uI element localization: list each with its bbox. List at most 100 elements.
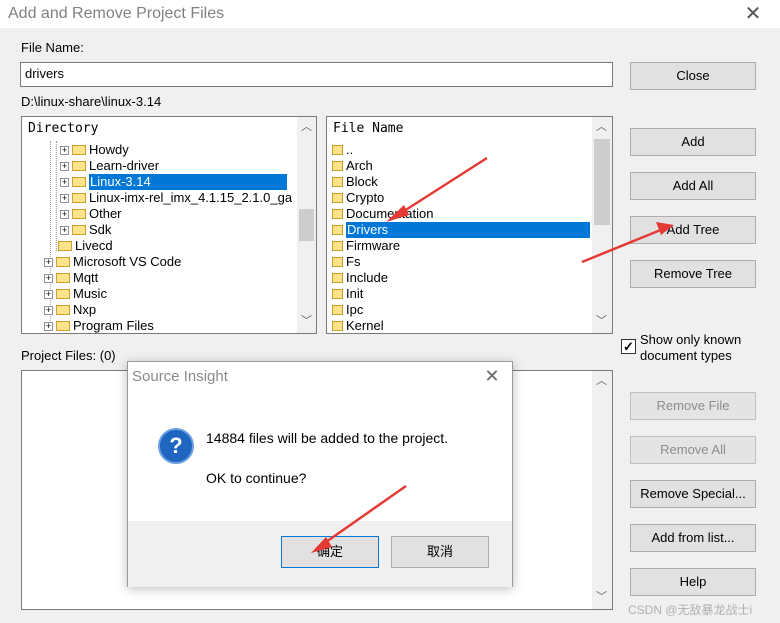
scroll-up-icon[interactable]: ︿ — [298, 119, 315, 136]
project-files-label: Project Files: (0) — [21, 348, 116, 363]
file-item[interactable]: Firmware — [332, 238, 400, 254]
file-item-label: .. — [346, 142, 354, 157]
expand-icon[interactable]: + — [44, 258, 53, 268]
directory-item-label: Program Files — [73, 318, 154, 333]
folder-icon — [332, 320, 343, 331]
ok-button[interactable]: 确定 — [281, 536, 379, 568]
directory-item[interactable]: + Microsoft VS Code — [44, 254, 181, 270]
directory-item[interactable]: + Program Files — [44, 318, 154, 333]
file-listbox[interactable]: File Name .. Arch Block Crypto Documentation… — [326, 116, 613, 334]
expand-icon[interactable]: + — [60, 210, 69, 220]
window-close-icon[interactable]: ✕ — [742, 3, 764, 25]
directory-item[interactable]: + Learn-driver — [60, 158, 159, 174]
confirm-dialog: Source Insight ✕ ? 14884 files will be a… — [127, 361, 513, 587]
file-item[interactable]: Ipc — [332, 302, 363, 318]
directory-item[interactable]: + Linux-3.14 — [60, 174, 287, 190]
directory-item-label: Sdk — [89, 222, 112, 237]
folder-icon — [72, 176, 86, 187]
scroll-thumb[interactable] — [299, 209, 314, 241]
remove-tree-button[interactable]: Remove Tree — [630, 260, 756, 288]
directory-listbox[interactable]: Directory + Howdy + Learn-driver + Linux-3.14… — [21, 116, 317, 334]
dialog-question: OK to continue? — [206, 470, 307, 486]
directory-item[interactable]: + Linux-imx-rel_imx_4.1.15_2.1.0_ga — [60, 190, 292, 206]
file-scrollbar[interactable]: ︿ ﹀ — [592, 117, 612, 333]
folder-icon — [72, 208, 86, 219]
folder-icon — [72, 224, 86, 235]
file-item[interactable]: Documentation — [332, 206, 433, 222]
file-item[interactable]: Init — [332, 286, 363, 302]
directory-scrollbar[interactable]: ︿ ﹀ — [297, 117, 316, 333]
scroll-thumb[interactable] — [594, 139, 610, 225]
directory-item-label: Nxp — [73, 302, 97, 317]
show-known-types-label-line1: Show only known — [640, 332, 742, 347]
directory-item[interactable]: + Sdk — [60, 222, 111, 238]
expand-icon[interactable]: + — [60, 194, 69, 204]
expand-icon[interactable]: + — [44, 290, 53, 300]
directory-item-label: Linux-3.14 — [89, 174, 287, 190]
expand-icon[interactable]: + — [44, 322, 53, 332]
folder-icon — [332, 208, 343, 219]
add-all-button[interactable]: Add All — [630, 172, 756, 200]
scroll-up-icon[interactable]: ︿ — [593, 119, 610, 136]
folder-icon — [72, 144, 86, 155]
show-known-types-label-line2: document types — [640, 348, 732, 363]
add-tree-button[interactable]: Add Tree — [630, 216, 756, 244]
show-known-types-checkbox[interactable]: ✓ — [621, 339, 636, 354]
folder-icon — [72, 160, 86, 171]
expand-icon[interactable]: + — [44, 274, 53, 284]
file-item-label: Ipc — [346, 302, 364, 317]
dialog-close-icon[interactable]: ✕ — [480, 364, 504, 388]
file-item[interactable]: Include — [332, 270, 388, 286]
directory-item[interactable]: + Other — [60, 206, 122, 222]
help-button[interactable]: Help — [630, 568, 756, 596]
directory-item[interactable]: + Howdy — [60, 142, 129, 158]
current-path: D:\linux-share\linux-3.14 — [21, 94, 162, 109]
scroll-down-icon[interactable]: ﹀ — [593, 313, 610, 330]
scroll-down-icon[interactable]: ﹀ — [593, 589, 610, 606]
file-item-label: Fs — [346, 254, 361, 269]
file-item[interactable]: Crypto — [332, 190, 384, 206]
file-item-label: Include — [346, 270, 388, 285]
directory-item[interactable]: + Nxp — [44, 302, 96, 318]
folder-icon — [332, 160, 343, 171]
file-item-label: Drivers — [346, 222, 590, 238]
directory-item-label: Livecd — [75, 238, 113, 253]
project-files-scrollbar[interactable]: ︿ ﹀ — [592, 371, 612, 609]
scroll-down-icon[interactable]: ﹀ — [298, 313, 315, 330]
close-button[interactable]: Close — [630, 62, 756, 90]
directory-item[interactable]: + Music — [44, 286, 107, 302]
question-icon: ? — [158, 428, 194, 464]
add-button[interactable]: Add — [630, 128, 756, 156]
remove-special-button[interactable]: Remove Special... — [630, 480, 756, 508]
expand-icon[interactable]: + — [44, 306, 53, 316]
cancel-button[interactable]: 取消 — [391, 536, 489, 568]
expand-icon[interactable]: + — [60, 146, 69, 156]
directory-item-label: Microsoft VS Code — [73, 254, 182, 269]
expand-icon[interactable]: + — [60, 226, 69, 236]
file-item[interactable]: Block — [332, 174, 378, 190]
file-item[interactable]: .. — [332, 142, 353, 158]
remove-file-button[interactable]: Remove File — [630, 392, 756, 420]
scroll-up-icon[interactable]: ︿ — [593, 373, 610, 390]
dialog-title: Source Insight — [132, 368, 228, 385]
add-from-list-button[interactable]: Add from list... — [630, 524, 756, 552]
file-item-label: Kernel — [346, 318, 384, 333]
directory-item[interactable]: Livecd — [44, 238, 113, 254]
file-item[interactable]: Kernel — [332, 318, 384, 333]
dialog-message: 14884 files will be added to the project… — [206, 430, 449, 446]
remove-all-button[interactable]: Remove All — [630, 436, 756, 464]
expand-icon[interactable]: + — [60, 178, 69, 188]
directory-item[interactable]: + Mqtt — [44, 270, 98, 286]
folder-icon — [332, 304, 343, 315]
file-item-label: Documentation — [346, 206, 434, 221]
file-name-label: File Name: — [21, 40, 84, 55]
file-item[interactable]: Drivers — [332, 222, 590, 238]
file-item[interactable]: Fs — [332, 254, 360, 270]
folder-icon — [56, 272, 70, 283]
directory-item-label: Linux-imx-rel_imx_4.1.15_2.1.0_ga — [89, 190, 293, 205]
expand-icon[interactable]: + — [60, 162, 69, 172]
file-item[interactable]: Arch — [332, 158, 373, 174]
file-name-input[interactable]: drivers — [20, 62, 613, 87]
show-known-types-label: Show only known document types — [640, 332, 741, 364]
folder-icon — [332, 288, 343, 299]
